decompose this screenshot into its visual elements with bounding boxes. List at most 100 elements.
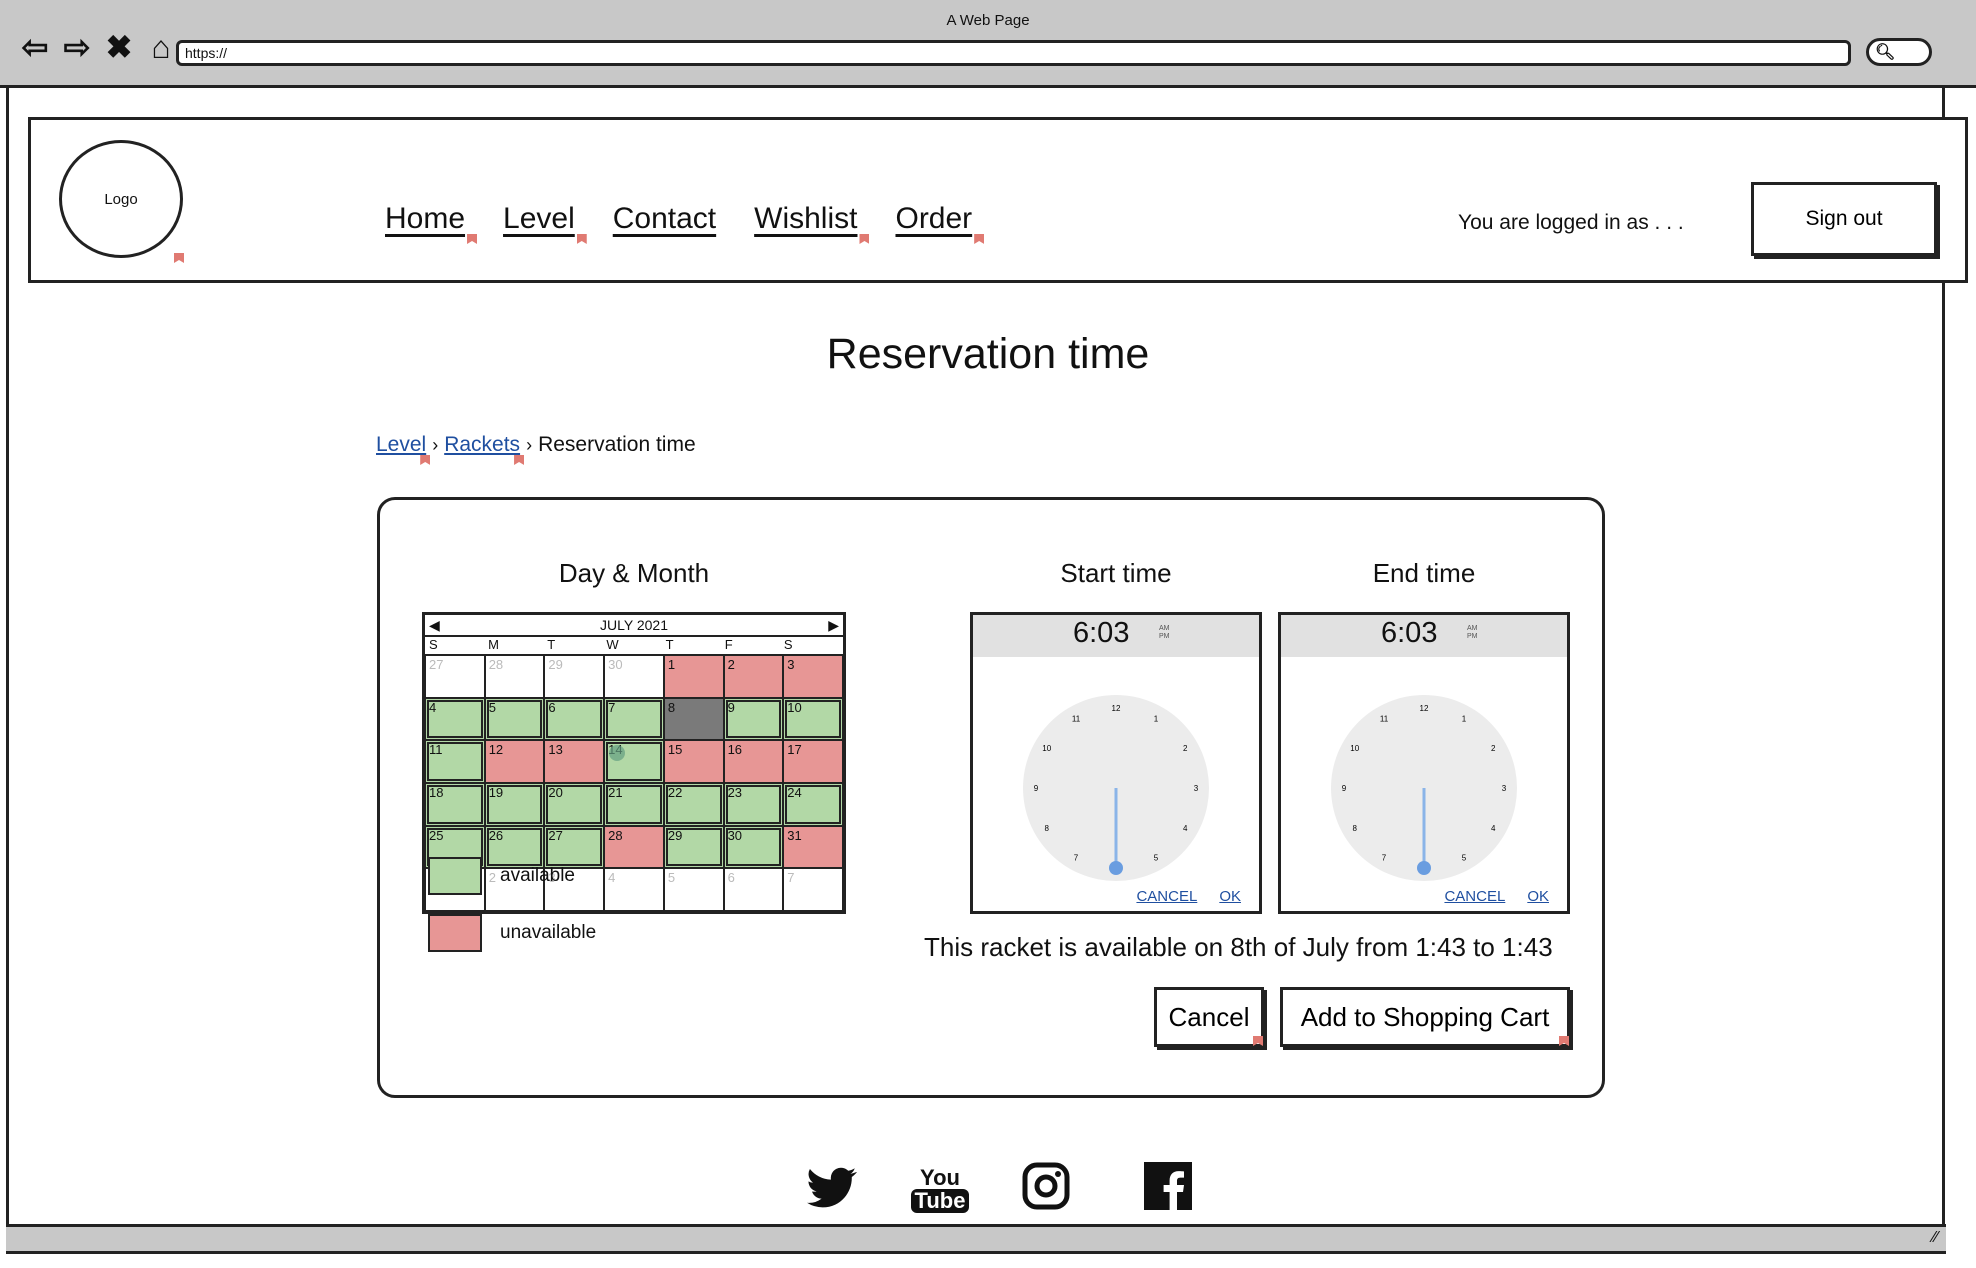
nav-contact[interactable]: Contact <box>605 202 724 236</box>
clock-number[interactable]: 11 <box>1072 715 1081 724</box>
calendar-month: JULY 2021 <box>600 617 668 633</box>
calendar-day[interactable]: 14 <box>604 740 664 783</box>
start-time-picker[interactable]: 6:03 AMPM 121234567891011 CANCEL OK <box>970 612 1262 914</box>
home-icon[interactable]: ⌂ <box>144 30 178 64</box>
calendar-day[interactable]: 9 <box>723 697 784 741</box>
legend-available: available <box>428 857 575 895</box>
calendar-day[interactable]: 18 <box>425 783 485 826</box>
calendar-day[interactable]: 19 <box>484 783 545 826</box>
start-clock-face[interactable]: 121234567891011 <box>1021 693 1211 883</box>
clock-number[interactable]: 1 <box>1154 715 1159 724</box>
end-time-ok[interactable]: OK <box>1527 888 1549 905</box>
breadcrumb-rackets[interactable]: Rackets <box>444 433 520 457</box>
clock-number[interactable]: 12 <box>1420 704 1429 713</box>
clock-number[interactable]: 10 <box>1042 744 1051 753</box>
resize-handle-icon[interactable]: ⁄⁄ <box>1933 1229 1938 1247</box>
calendar-day[interactable]: 22 <box>663 783 724 826</box>
calendar-day[interactable]: 12 <box>484 740 545 783</box>
logo[interactable]: Logo <box>59 140 183 258</box>
calendar-day: 6 <box>723 868 784 911</box>
calendar-day[interactable]: 31 <box>783 825 843 869</box>
calendar-day[interactable]: 2 <box>723 655 784 698</box>
calendar-day[interactable]: 23 <box>723 783 784 826</box>
clock-number[interactable]: 12 <box>1112 704 1121 713</box>
sign-out-button[interactable]: Sign out <box>1751 182 1937 256</box>
nav-home[interactable]: Home <box>377 202 473 236</box>
calendar-day[interactable]: 16 <box>723 740 784 783</box>
weekday: M <box>488 637 499 652</box>
end-time-cancel[interactable]: CANCEL <box>1444 888 1505 905</box>
start-time-ok[interactable]: OK <box>1219 888 1241 905</box>
clock-number[interactable]: 4 <box>1491 824 1496 833</box>
reservation-panel: Day & Month ◀ JULY 2021 ▶ S M T W T F S … <box>377 497 1605 1098</box>
nav-level[interactable]: Level <box>495 202 583 236</box>
clock-number[interactable]: 2 <box>1183 744 1188 753</box>
facebook-icon[interactable] <box>1142 1160 1194 1212</box>
calendar-day[interactable]: 1 <box>663 655 724 698</box>
pm-label[interactable]: PM <box>1467 633 1478 640</box>
calendar-day[interactable]: 11 <box>425 740 485 783</box>
clock-number[interactable]: 5 <box>1154 853 1159 862</box>
start-time-ampm[interactable]: AM PM <box>1159 625 1170 641</box>
breadcrumb-level[interactable]: Level <box>376 433 426 457</box>
close-icon[interactable]: ✖ <box>102 30 136 64</box>
calendar-day[interactable]: 10 <box>783 697 843 741</box>
next-month-icon[interactable]: ▶ <box>828 615 839 635</box>
browser-search[interactable]: 🔍︎ <box>1866 38 1932 66</box>
calendar-day[interactable]: 7 <box>604 697 664 741</box>
clock-number[interactable]: 11 <box>1380 715 1389 724</box>
instagram-icon[interactable] <box>1020 1160 1072 1212</box>
forward-icon[interactable]: ⇨ <box>60 30 94 64</box>
start-time-value[interactable]: 6:03 <box>1073 617 1129 650</box>
clock-number[interactable]: 5 <box>1462 853 1467 862</box>
calendar-day[interactable]: 15 <box>663 740 724 783</box>
calendar-day: 28 <box>484 655 545 698</box>
end-time-picker[interactable]: 6:03 AMPM 121234567891011 CANCEL OK <box>1278 612 1570 914</box>
end-time-display: 6:03 AM PM <box>1281 615 1567 657</box>
end-time-value[interactable]: 6:03 <box>1381 617 1437 650</box>
clock-number[interactable]: 8 <box>1044 824 1049 833</box>
calendar-day[interactable]: 8 <box>663 697 724 741</box>
nav-wishlist[interactable]: Wishlist <box>746 202 865 236</box>
calendar-day[interactable]: 30 <box>723 825 784 869</box>
am-label[interactable]: AM <box>1159 625 1170 632</box>
prev-month-icon[interactable]: ◀ <box>429 615 440 635</box>
clock-number[interactable]: 2 <box>1491 744 1496 753</box>
clock-number[interactable]: 3 <box>1502 784 1507 793</box>
calendar-day[interactable]: 20 <box>544 783 605 826</box>
nav-order[interactable]: Order <box>887 202 980 236</box>
end-time-ampm[interactable]: AM PM <box>1467 625 1478 641</box>
calendar-day[interactable]: 21 <box>604 783 664 826</box>
calendar-day[interactable]: 4 <box>425 697 485 741</box>
calendar-day[interactable]: 13 <box>544 740 605 783</box>
end-clock-face[interactable]: 121234567891011 <box>1329 693 1519 883</box>
clock-number[interactable]: 3 <box>1194 784 1199 793</box>
clock-number[interactable]: 9 <box>1034 784 1039 793</box>
cancel-button[interactable]: Cancel <box>1154 987 1264 1047</box>
logged-in-text: You are logged in as . . . <box>1458 211 1684 234</box>
url-bar[interactable]: https:// <box>176 40 1851 66</box>
pm-label[interactable]: PM <box>1159 633 1170 640</box>
start-time-cancel[interactable]: CANCEL <box>1136 888 1197 905</box>
clock-number[interactable]: 9 <box>1342 784 1347 793</box>
calendar-day: 7 <box>783 868 843 911</box>
clock-number[interactable]: 4 <box>1183 824 1188 833</box>
calendar-day[interactable]: 24 <box>783 783 843 826</box>
calendar-day[interactable]: 5 <box>484 697 545 741</box>
clock-number[interactable]: 10 <box>1350 744 1359 753</box>
calendar-day[interactable]: 28 <box>604 825 664 869</box>
back-icon[interactable]: ⇦ <box>18 30 52 64</box>
calendar-day[interactable]: 29 <box>663 825 724 869</box>
calendar-header: ◀ JULY 2021 ▶ <box>425 615 843 637</box>
calendar-day[interactable]: 17 <box>783 740 843 783</box>
am-label[interactable]: AM <box>1467 625 1478 632</box>
calendar-day[interactable]: 3 <box>783 655 843 698</box>
clock-number[interactable]: 8 <box>1352 824 1357 833</box>
clock-number[interactable]: 7 <box>1074 853 1079 862</box>
add-to-cart-button[interactable]: Add to Shopping Cart <box>1280 987 1570 1047</box>
calendar-day[interactable]: 6 <box>544 697 605 741</box>
clock-number[interactable]: 7 <box>1382 853 1387 862</box>
twitter-icon[interactable] <box>802 1160 862 1216</box>
clock-number[interactable]: 1 <box>1462 715 1467 724</box>
youtube-icon[interactable]: You Tube <box>910 1160 970 1220</box>
